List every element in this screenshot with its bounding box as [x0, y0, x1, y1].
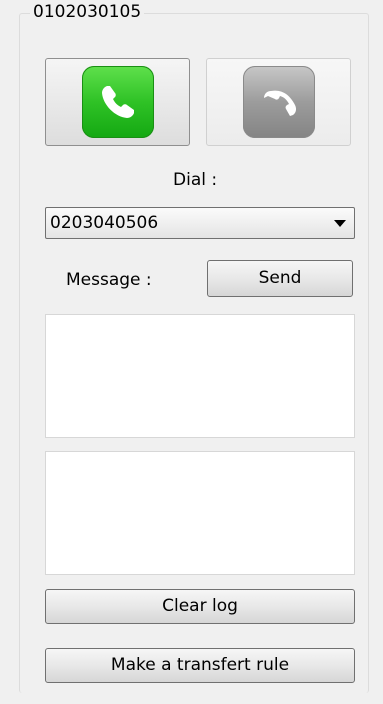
- dial-number-value: 0203040506: [50, 213, 159, 233]
- message-textarea[interactable]: [45, 314, 355, 438]
- panel-title: 0102030105: [30, 3, 145, 21]
- message-label: Message :: [66, 270, 152, 290]
- dial-number-select[interactable]: 0203040506: [45, 207, 355, 239]
- chevron-down-icon[interactable]: [334, 220, 346, 227]
- send-button[interactable]: Send: [207, 260, 353, 297]
- transfer-rule-button[interactable]: Make a transfert rule: [45, 648, 355, 683]
- phone-icon: [81, 66, 154, 138]
- dial-label: Dial :: [173, 170, 218, 190]
- hangup-phone-icon: [242, 66, 315, 138]
- hangup-button[interactable]: [206, 58, 351, 146]
- clear-log-button[interactable]: Clear log: [45, 589, 355, 624]
- log-area[interactable]: [45, 451, 355, 575]
- call-button[interactable]: [45, 58, 190, 146]
